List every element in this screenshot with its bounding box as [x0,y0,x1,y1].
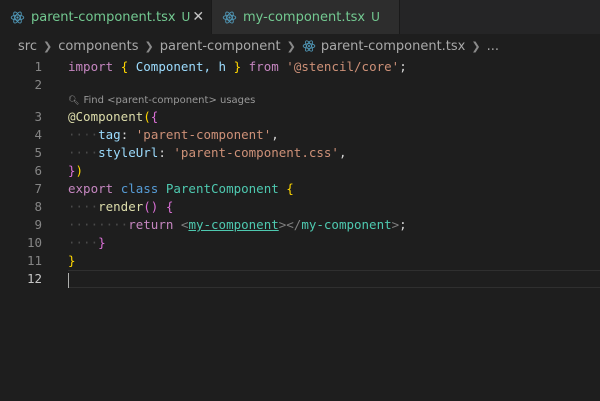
react-icon [302,40,316,52]
keyword: from [248,59,279,74]
line-number: 1 [34,59,42,74]
line-number: 2 [34,77,42,92]
chevron-right-icon: ❯ [42,39,53,53]
code-line[interactable]: 3 @Component({ [0,108,600,126]
codelens-row: 🔍︎ Find <parent-component> usages [0,94,600,108]
method-name: render [98,199,144,214]
line-number: 7 [34,181,42,196]
keyword: return [128,217,174,232]
code-line[interactable]: 8 ····render() { [0,198,600,216]
react-icon [10,11,25,23]
breadcrumb-item[interactable]: components [58,39,138,54]
breadcrumb-item[interactable]: ... [487,39,499,54]
property-key: tag [98,127,121,142]
keyword: import [68,59,114,74]
property-key: styleUrl [98,145,159,160]
class-name: ParentComponent [165,181,279,196]
line-number: 8 [34,199,42,214]
breadcrumb-item[interactable]: src [18,39,37,54]
string-literal: '@stencil/core' [286,59,400,74]
search-icon: 🔍︎ [68,96,80,106]
codelens-label: Find <parent-component> usages [83,95,256,106]
code-line[interactable]: 10 ····} [0,234,600,252]
code-line[interactable]: 7 export class ParentComponent { [0,180,600,198]
code-line[interactable]: 4 ····tag: 'parent-component', [0,126,600,144]
code-line[interactable]: 9 ········return <my-component></my-comp… [0,216,600,234]
chevron-right-icon: ❯ [471,39,481,53]
code-editor[interactable]: 1 import { Component, h } from '@stencil… [0,58,600,401]
keyword: export [68,181,114,196]
close-icon[interactable]: ✕ [190,9,206,25]
tab-label: my-component.tsx [243,9,366,25]
react-icon [222,11,237,23]
chevron-right-icon: ❯ [144,39,154,53]
line-number: 6 [34,163,42,178]
breadcrumb-item[interactable]: parent-component [160,39,281,54]
code-line[interactable]: 5 ····styleUrl: 'parent-component.css', [0,144,600,162]
tab-my-component[interactable]: my-component.tsx U [212,0,400,34]
line-number: 11 [26,253,42,268]
line-number: 9 [34,217,42,232]
breadcrumb-item[interactable]: parent-component.tsx [321,39,466,54]
tab-parent-component[interactable]: parent-component.tsx U ✕ [0,0,212,34]
codelens-find-usages[interactable]: 🔍︎ Find <parent-component> usages [68,94,255,108]
string-literal: 'parent-component' [135,127,272,142]
line-number: 4 [34,127,42,142]
untracked-badge: U [181,10,191,24]
line-number: 10 [26,235,42,250]
line-number: 5 [34,145,42,160]
chevron-right-icon: ❯ [286,39,296,53]
code-line[interactable]: 6 }) [0,162,600,180]
breadcrumb: src ❯ components ❯ parent-component ❯ pa… [0,34,600,58]
code-line[interactable]: 1 import { Component, h } from '@stencil… [0,58,600,76]
tab-bar-empty-space[interactable] [400,0,600,34]
line-number: 12 [26,271,42,286]
keyword: class [120,181,159,196]
code-line-current[interactable]: 12 [0,270,600,288]
jsx-tag[interactable]: my-component [188,217,278,232]
code-line[interactable]: 2 [0,76,600,94]
tab-label: parent-component.tsx [31,9,176,25]
untracked-badge: U [371,10,380,24]
string-literal: 'parent-component.css' [173,145,339,160]
editor-tab-bar: parent-component.tsx U ✕ my-component.ts… [0,0,600,34]
code-line[interactable]: 11 } [0,252,600,270]
import-specifiers: Component, h [135,59,227,74]
jsx-tag[interactable]: my-component [301,217,391,232]
text-cursor [68,273,69,288]
line-number: 3 [34,109,42,124]
decorator: @Component [68,109,144,124]
